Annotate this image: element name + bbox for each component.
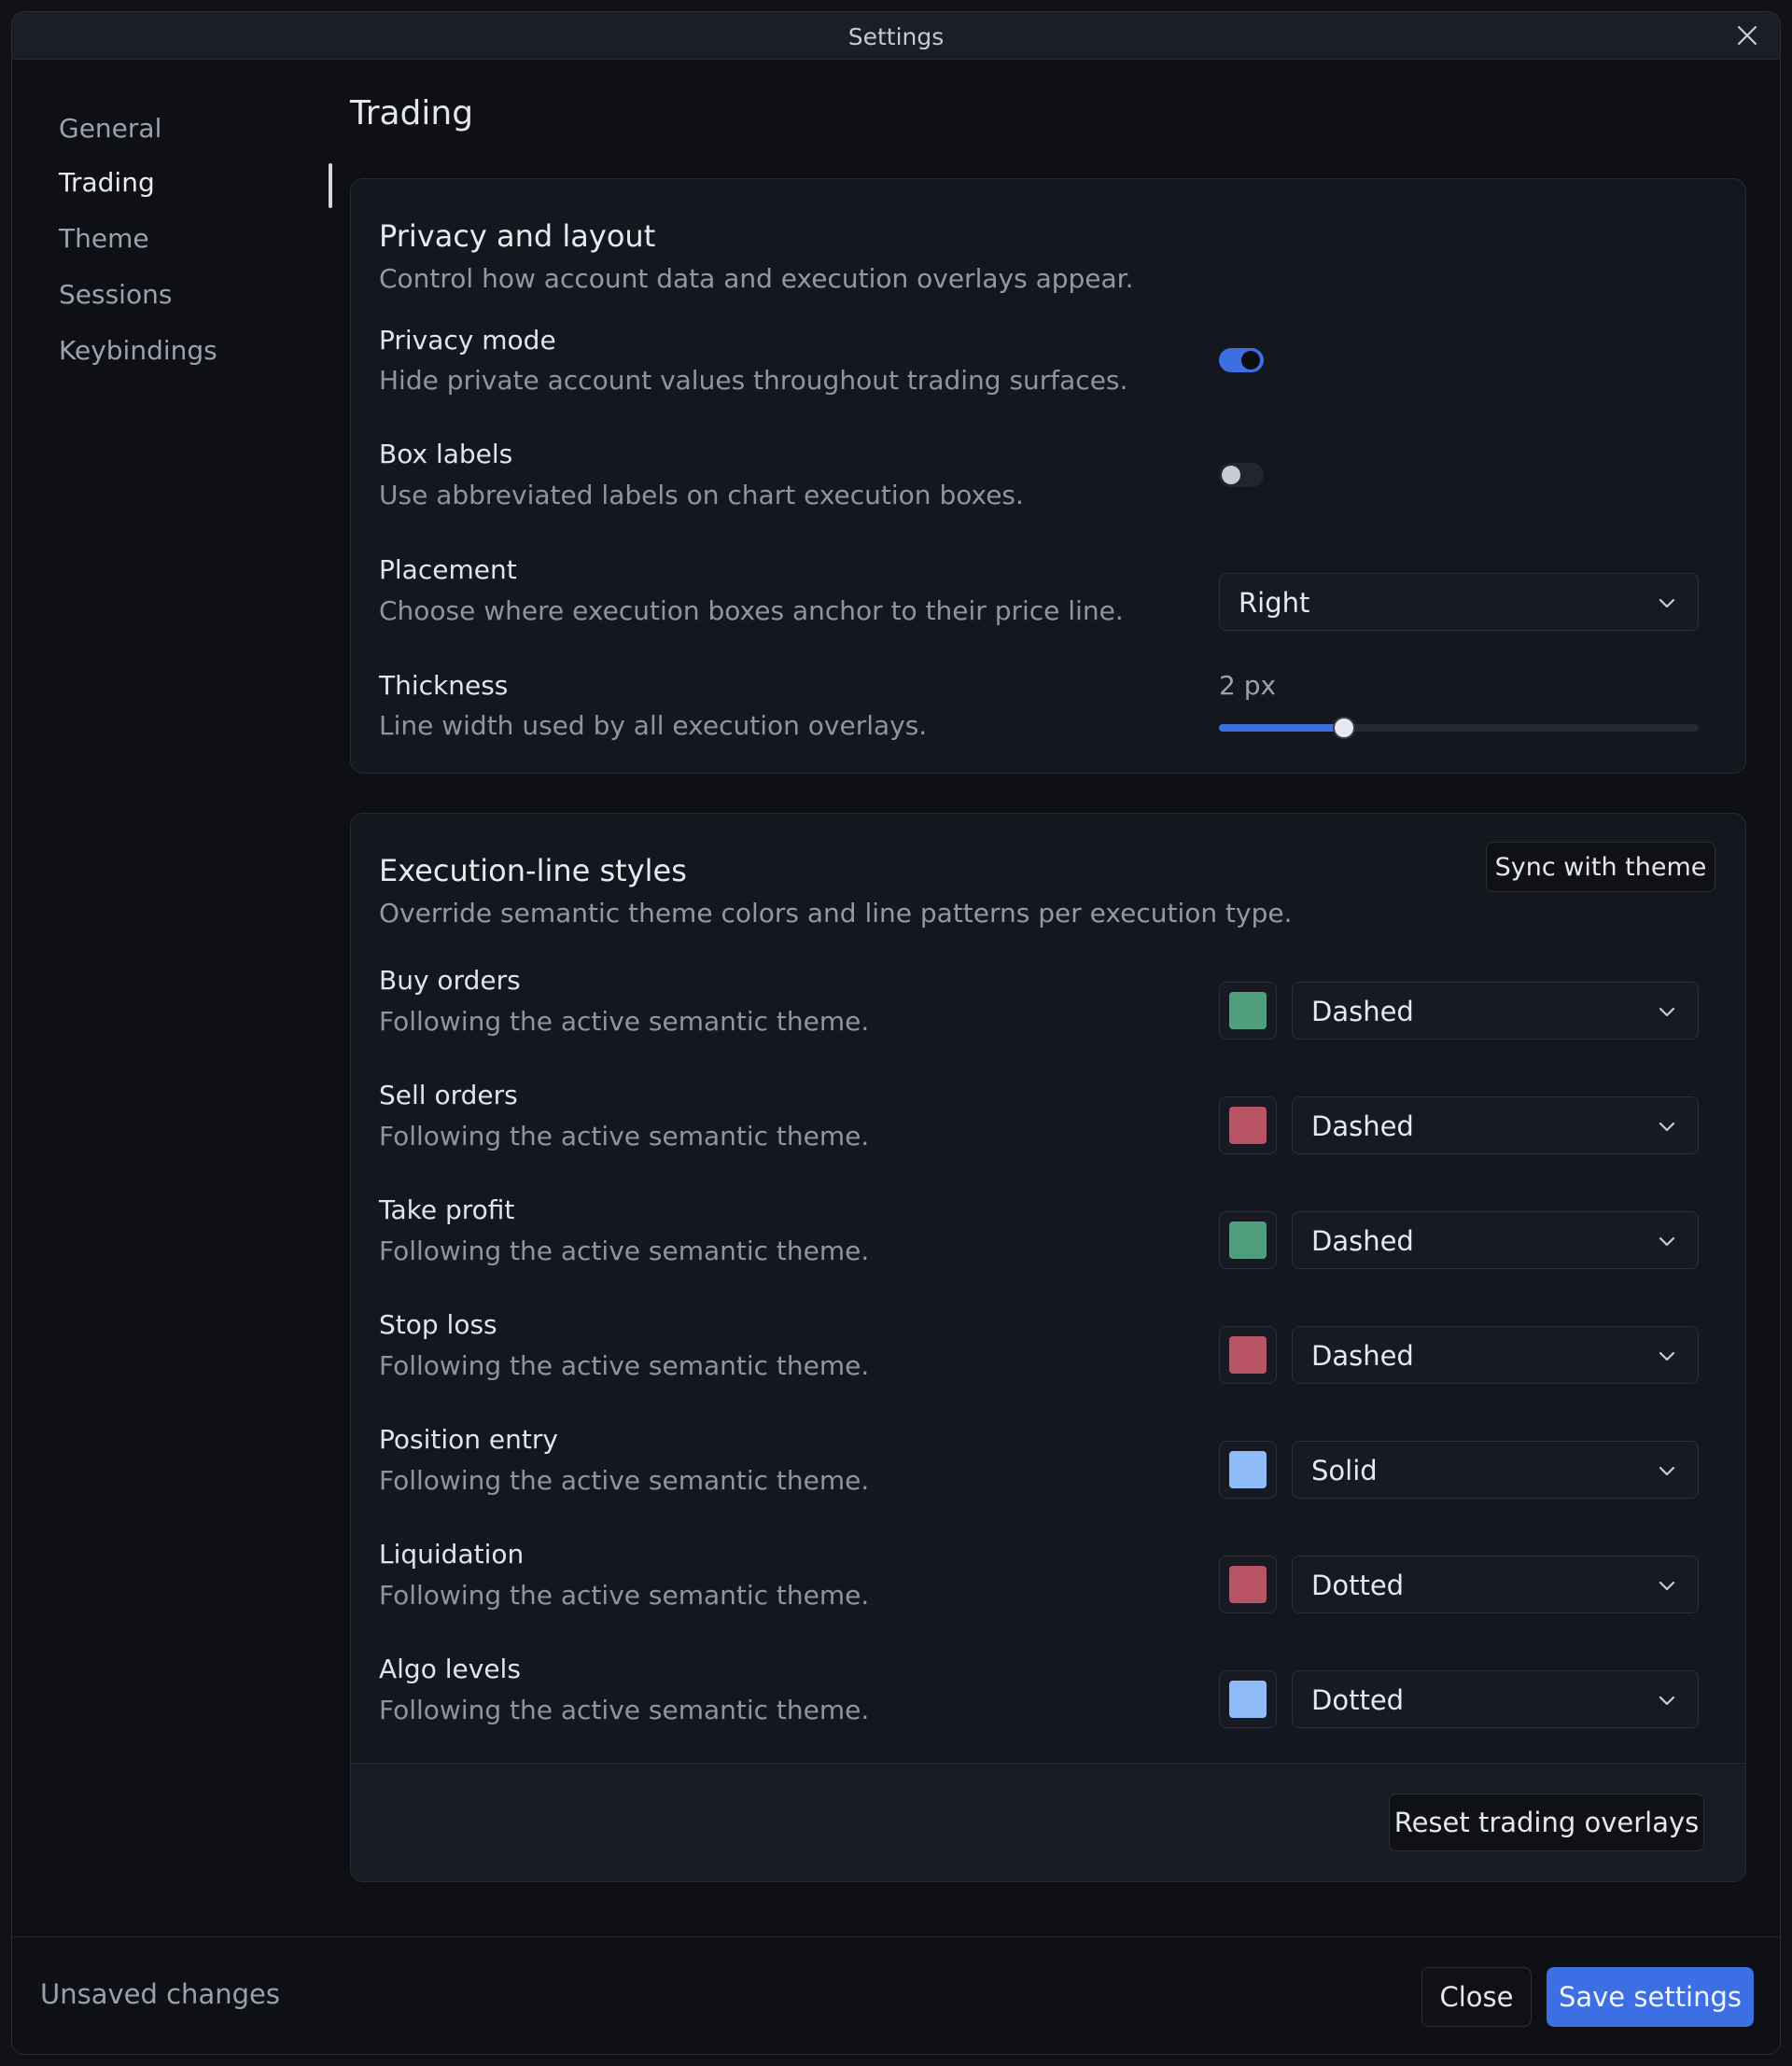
chevron-down-icon	[1659, 1696, 1675, 1706]
take-profit-color-button[interactable]	[1219, 1211, 1277, 1269]
color-swatch	[1229, 1336, 1267, 1374]
pattern-value: Dashed	[1311, 1110, 1414, 1142]
chevron-down-icon	[1659, 1236, 1675, 1247]
pattern-value: Dotted	[1311, 1570, 1405, 1601]
placement-value: Right	[1239, 587, 1310, 619]
position-entry-color-button[interactable]	[1219, 1441, 1277, 1499]
privacy-mode-toggle[interactable]	[1219, 348, 1264, 372]
style-row-title: Stop loss	[379, 1309, 497, 1340]
stop-loss-color-button[interactable]	[1219, 1326, 1277, 1384]
placement-title: Placement	[379, 554, 517, 585]
privacy-layout-card: Privacy and layout Control how account d…	[350, 178, 1746, 774]
close-button[interactable]: Close	[1421, 1967, 1532, 2027]
title-bar: Settings	[12, 12, 1780, 60]
sell-orders-color-button[interactable]	[1219, 1096, 1277, 1154]
thickness-slider[interactable]	[1219, 717, 1699, 739]
save-settings-button[interactable]: Save settings	[1547, 1967, 1754, 2027]
color-swatch	[1229, 1221, 1267, 1259]
style-row-description: Following the active semantic theme.	[379, 1235, 870, 1266]
box-labels-toggle[interactable]	[1219, 463, 1264, 487]
settings-window: Settings General Trading Theme Sessions …	[11, 11, 1781, 2055]
style-row-title: Take profit	[379, 1194, 515, 1225]
chevron-down-icon	[1659, 1351, 1675, 1361]
stop-loss-pattern-select[interactable]: Dashed	[1292, 1326, 1699, 1384]
reset-trading-overlays-button[interactable]: Reset trading overlays	[1389, 1794, 1704, 1851]
privacy-mode-description: Hide private account values throughout t…	[379, 365, 1128, 396]
algo-levels-color-button[interactable]	[1219, 1670, 1277, 1728]
card-title: Execution-line styles	[379, 853, 687, 888]
take-profit-pattern-select[interactable]: Dashed	[1292, 1211, 1699, 1269]
page-title: Trading	[350, 94, 474, 133]
sidebar-item-keybindings[interactable]: Keybindings	[59, 335, 217, 366]
placement-description: Choose where execution boxes anchor to t…	[379, 595, 1124, 626]
chevron-down-icon	[1659, 1122, 1675, 1132]
settings-sidebar: General Trading Theme Sessions Keybindin…	[12, 59, 341, 1011]
pattern-value: Dashed	[1311, 1340, 1414, 1372]
color-swatch	[1229, 1566, 1267, 1603]
sidebar-item-theme[interactable]: Theme	[59, 223, 149, 254]
toggle-knob	[1241, 351, 1260, 370]
window-close-button[interactable]	[1733, 21, 1761, 49]
sync-with-theme-button[interactable]: Sync with theme	[1486, 842, 1715, 892]
color-swatch	[1229, 1681, 1267, 1718]
card-footer: Reset trading overlays	[351, 1763, 1745, 1881]
style-row-title: Buy orders	[379, 965, 521, 996]
buy-orders-color-button[interactable]	[1219, 982, 1277, 1040]
unsaved-changes-status: Unsaved changes	[40, 1978, 280, 2010]
position-entry-pattern-select[interactable]: Solid	[1292, 1441, 1699, 1499]
color-swatch	[1229, 1107, 1267, 1144]
sidebar-item-trading[interactable]: Trading	[59, 167, 155, 198]
chevron-down-icon	[1659, 1466, 1675, 1476]
sidebar-item-sessions[interactable]: Sessions	[59, 279, 172, 310]
toggle-knob	[1222, 466, 1240, 484]
slider-fill	[1219, 724, 1344, 732]
pattern-value: Dotted	[1311, 1684, 1405, 1716]
privacy-mode-title: Privacy mode	[379, 325, 556, 356]
liquidation-color-button[interactable]	[1219, 1556, 1277, 1613]
style-row-description: Following the active semantic theme.	[379, 1465, 870, 1496]
style-row-description: Following the active semantic theme.	[379, 1580, 870, 1611]
card-description: Override semantic theme colors and line …	[379, 898, 1293, 928]
color-swatch	[1229, 992, 1267, 1029]
dialog-footer: Unsaved changes Close Save settings	[12, 1936, 1780, 2054]
liquidation-pattern-select[interactable]: Dotted	[1292, 1556, 1699, 1613]
pattern-value: Dashed	[1311, 1225, 1414, 1257]
style-row-description: Following the active semantic theme.	[379, 1121, 870, 1152]
thickness-description: Line width used by all execution overlay…	[379, 710, 928, 741]
placement-select[interactable]: Right	[1219, 573, 1699, 631]
window-title: Settings	[847, 23, 945, 50]
card-description: Control how account data and execution o…	[379, 263, 1134, 294]
box-labels-title: Box labels	[379, 439, 513, 469]
buy-orders-pattern-select[interactable]: Dashed	[1292, 982, 1699, 1040]
style-row-title: Liquidation	[379, 1539, 525, 1570]
pattern-value: Solid	[1311, 1455, 1378, 1487]
style-row-title: Sell orders	[379, 1080, 518, 1110]
sidebar-item-general[interactable]: General	[59, 113, 161, 144]
thickness-title: Thickness	[379, 670, 509, 701]
box-labels-description: Use abbreviated labels on chart executio…	[379, 480, 1024, 510]
active-nav-indicator	[329, 163, 332, 208]
color-swatch	[1229, 1451, 1267, 1488]
sell-orders-pattern-select[interactable]: Dashed	[1292, 1096, 1699, 1154]
slider-thumb[interactable]	[1332, 717, 1355, 739]
style-row-description: Following the active semantic theme.	[379, 1350, 870, 1381]
execution-styles-card: Execution-line styles Override semantic …	[350, 813, 1746, 1882]
style-row-title: Algo levels	[379, 1654, 521, 1684]
pattern-value: Dashed	[1311, 996, 1414, 1027]
thickness-value-label: 2 px	[1219, 670, 1277, 701]
style-row-description: Following the active semantic theme.	[379, 1695, 870, 1725]
card-title: Privacy and layout	[379, 218, 656, 254]
chevron-down-icon	[1659, 598, 1675, 608]
chevron-down-icon	[1659, 1007, 1675, 1017]
style-row-description: Following the active semantic theme.	[379, 1006, 870, 1037]
algo-levels-pattern-select[interactable]: Dotted	[1292, 1670, 1699, 1728]
close-icon	[1737, 25, 1757, 46]
style-row-title: Position entry	[379, 1424, 558, 1455]
chevron-down-icon	[1659, 1581, 1675, 1591]
